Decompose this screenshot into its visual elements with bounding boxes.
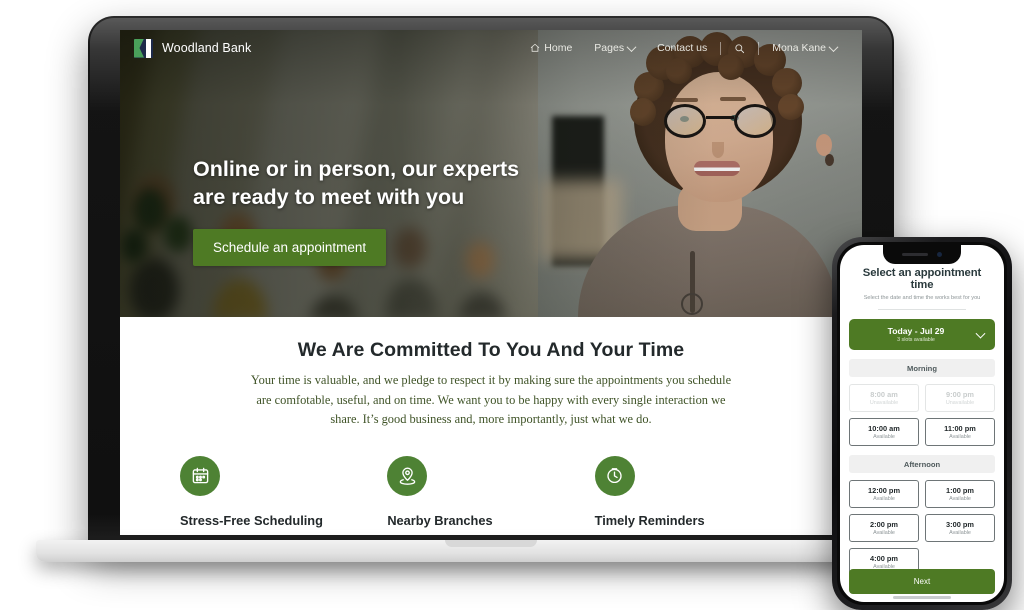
schedule-appointment-button[interactable]: Schedule an appointment	[193, 228, 387, 266]
laptop-base	[36, 540, 946, 562]
time-slot[interactable]: 1:00 pm Available	[925, 480, 995, 508]
date-selector-label: Today - Jul 29	[887, 326, 945, 336]
chevron-down-icon	[626, 41, 637, 52]
phone-subtitle: Select the date and time the works best …	[863, 295, 981, 301]
time-slot-status: Available	[873, 496, 895, 502]
front-camera-icon	[937, 252, 942, 257]
time-slot-time: 8:00 am	[870, 390, 898, 399]
chevron-down-icon	[828, 41, 839, 52]
account-menu-label: Mona Kane	[772, 42, 826, 54]
hero-heading-line2: are ready to meet with you	[193, 185, 465, 210]
time-slot[interactable]: 2:00 pm Available	[849, 514, 919, 542]
features-row: Stress-Free Scheduling Our online schedu…	[120, 455, 862, 535]
site-header: Woodland Bank Home Pages Contact us Mona…	[120, 30, 862, 66]
time-slot-status: Available	[949, 434, 971, 440]
date-selector-sublabel: 3 slots available	[897, 337, 935, 343]
time-slot: 8:00 am Unavailable	[849, 384, 919, 412]
section-title: We Are Committed To You And Your Time	[297, 339, 685, 361]
map-pin-icon	[387, 455, 428, 496]
laptop-screen: Woodland Bank Home Pages Contact us Mona…	[120, 30, 862, 535]
nav-item-contact-us[interactable]: Contact us	[646, 42, 718, 54]
search-button[interactable]	[723, 43, 756, 54]
time-slot-status: Available	[873, 530, 895, 536]
time-slot-status: Available	[873, 434, 895, 440]
time-slot-time: 11:00 pm	[944, 424, 976, 433]
nav-divider-right	[758, 41, 760, 55]
time-slot-time: 9:00 pm	[946, 390, 974, 399]
phone-device: Select an appointment time Select the da…	[832, 237, 1012, 610]
next-button[interactable]: Next	[849, 569, 995, 594]
time-slot-time: 10:00 am	[868, 424, 900, 433]
time-slot-time: 2:00 pm	[870, 520, 898, 529]
phone-screen: Select an appointment time Select the da…	[840, 245, 1004, 602]
time-slot[interactable]: 10:00 am Available	[849, 418, 919, 446]
nav-item-home[interactable]: Home	[519, 42, 583, 54]
feature-title: Timely Reminders	[594, 512, 705, 528]
woodland-bank-logo-icon	[134, 38, 153, 58]
time-slot[interactable]: 11:00 pm Available	[925, 418, 995, 446]
phone-title: Select an appointment time	[862, 267, 982, 291]
hero-section: Woodland Bank Home Pages Contact us Mona…	[120, 30, 862, 317]
account-menu[interactable]: Mona Kane	[761, 41, 848, 54]
time-slot-status: Unavailable	[945, 400, 975, 406]
clock-icon	[594, 455, 635, 496]
time-slot-status: Available	[949, 530, 971, 536]
committed-section: We Are Committed To You And Your Time Yo…	[120, 317, 862, 535]
time-slot-status: Available	[949, 496, 971, 502]
phone-bezel: Select an appointment time Select the da…	[837, 242, 1007, 605]
laptop-device: Woodland Bank Home Pages Contact us Mona…	[88, 16, 894, 546]
section-body-text: Your time is valuable, and we pledge to …	[250, 373, 732, 427]
brand-logo-group[interactable]: Woodland Bank	[134, 38, 252, 58]
hero-copy: Online or in person, our experts are rea…	[193, 155, 519, 266]
phone-body: Today - Jul 29 3 slots available Morning…	[840, 310, 1004, 576]
time-slot-time: 4:00 pm	[870, 554, 898, 563]
phone-notch	[883, 245, 961, 264]
time-slot-time: 12:00 pm	[867, 486, 901, 495]
home-indicator	[893, 596, 951, 599]
time-slot-time: 1:00 pm	[946, 486, 974, 495]
date-selector[interactable]: Today - Jul 29 3 slots available	[849, 319, 995, 350]
feature-nearby-branches: Nearby Branches We make it easy to choos…	[387, 455, 594, 535]
nav-divider-left	[720, 41, 722, 55]
home-icon	[530, 43, 540, 53]
screenshot-stage: Woodland Bank Home Pages Contact us Mona…	[0, 0, 1024, 610]
feature-title: Stress-Free Scheduling	[180, 512, 323, 528]
time-slot[interactable]: 3:00 pm Available	[925, 514, 995, 542]
slot-grid-morning: 8:00 am Unavailable 9:00 pm Unavailable …	[849, 384, 995, 446]
speaker-grille-icon	[902, 252, 928, 257]
time-slot[interactable]: 12:00 pm Available	[849, 480, 919, 508]
time-slot-status: Unavailable	[869, 400, 899, 406]
primary-navigation: Home Pages Contact us Mona Kane	[519, 41, 848, 55]
section-header-afternoon: Afternoon	[849, 455, 995, 473]
feature-title: Nearby Branches	[387, 512, 493, 528]
calendar-icon	[180, 455, 220, 496]
hero-heading-line1: Online or in person, our experts	[193, 157, 520, 181]
chevron-down-icon	[975, 328, 986, 339]
time-slot: 9:00 pm Unavailable	[925, 384, 995, 412]
time-slot-time: 3:00 pm	[946, 520, 974, 529]
section-header-morning: Morning	[849, 359, 995, 377]
slot-grid-afternoon: 12:00 pm Available 1:00 pm Available 2:0…	[849, 480, 995, 576]
nav-item-contact-us-label: Contact us	[657, 42, 708, 54]
nav-item-pages[interactable]: Pages	[583, 41, 646, 54]
nav-item-home-label: Home	[544, 42, 573, 54]
feature-timely-reminders: Timely Reminders Our automated confirmat…	[594, 455, 802, 535]
search-icon	[734, 43, 745, 54]
nav-item-pages-label: Pages	[594, 42, 625, 54]
brand-name: Woodland Bank	[162, 41, 252, 55]
hero-heading: Online or in person, our experts are rea…	[193, 155, 519, 212]
phone-footer: Next	[840, 569, 1004, 594]
feature-stress-free-scheduling: Stress-Free Scheduling Our online schedu…	[180, 455, 387, 535]
laptop-base-notch	[445, 540, 537, 547]
